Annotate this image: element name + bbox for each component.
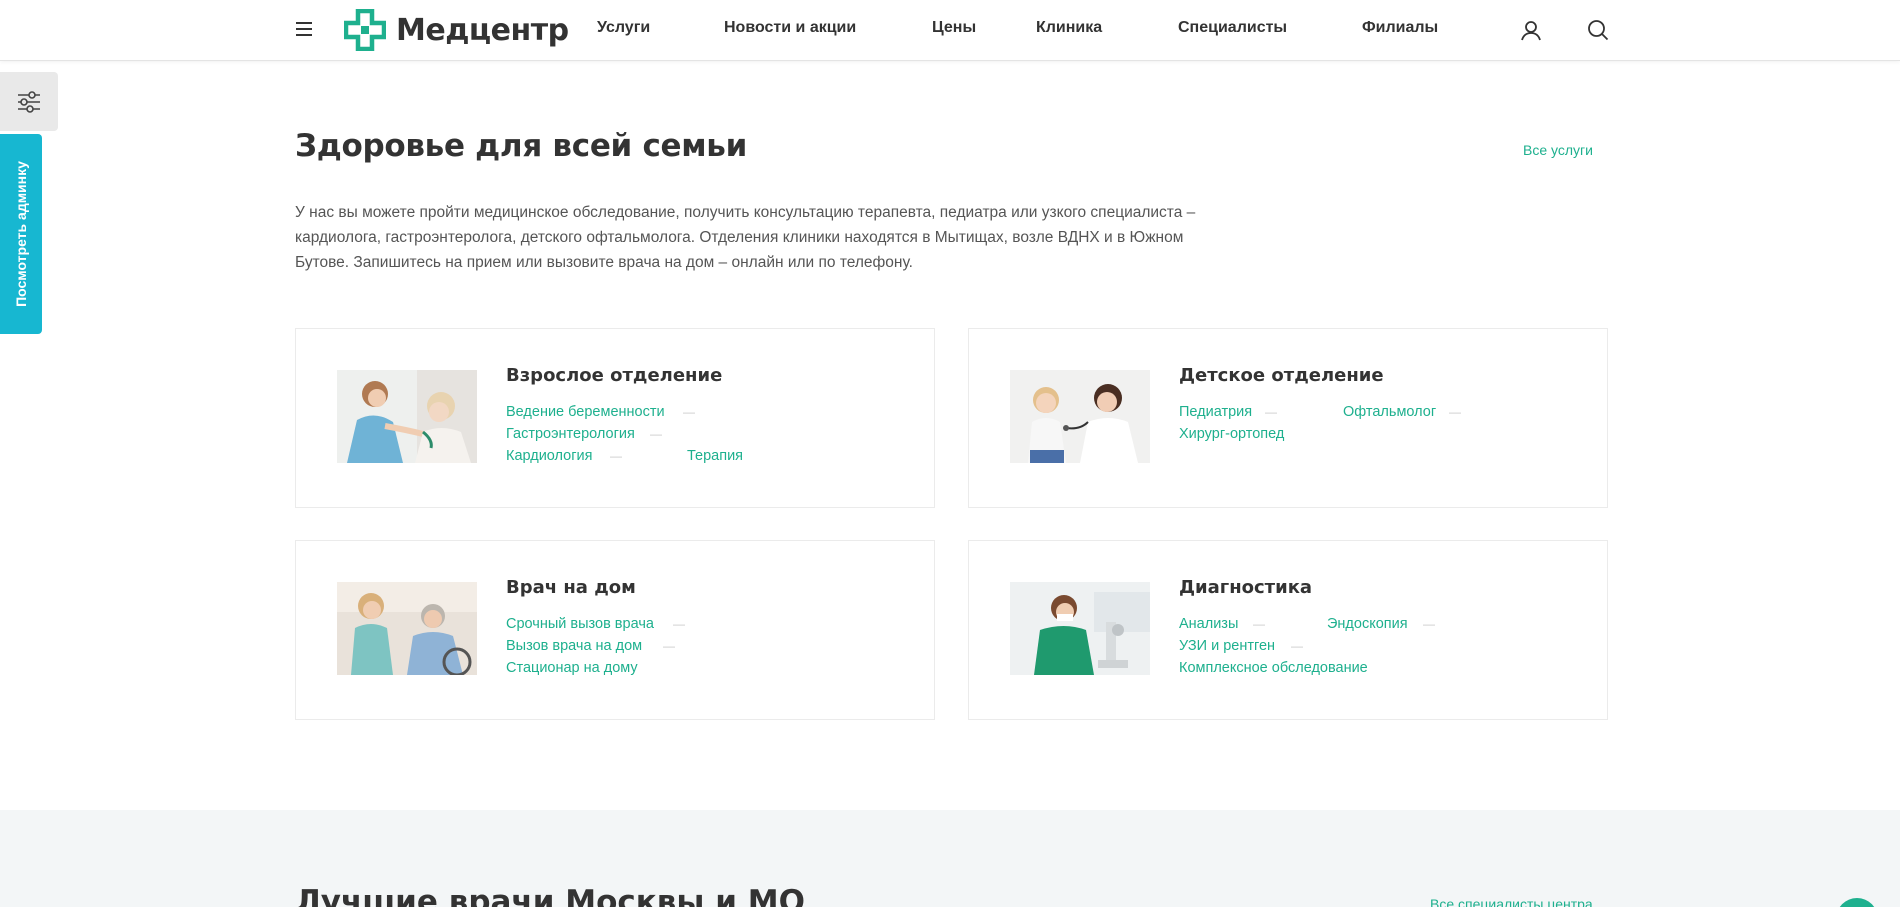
settings-panel-button[interactable]	[0, 72, 58, 131]
card-adult-department: Взрослое отделение Ведение беременности …	[295, 328, 935, 508]
intro-text: У нас вы можете пройти медицинское обсле…	[295, 200, 1255, 275]
card-link[interactable]: УЗИ и рентген	[1179, 638, 1275, 654]
cross-logo-icon	[344, 9, 386, 51]
card-link[interactable]: Офтальмолог	[1343, 404, 1436, 420]
link-separator: —	[683, 405, 695, 419]
card-link[interactable]: Срочный вызов врача	[506, 616, 654, 632]
link-separator: —	[663, 639, 675, 653]
intro-line: кардиолога, гастроэнтеролога, детского о…	[295, 229, 1184, 246]
nav-item-services[interactable]: Услуги	[597, 19, 650, 37]
nav-item-clinic[interactable]: Клиника	[1036, 19, 1102, 37]
intro-line: У нас вы можете пройти медицинское обсле…	[295, 204, 1196, 221]
nav-item-specialists[interactable]: Специалисты	[1178, 19, 1287, 37]
intro-line: Бутове. Запишитесь на прием или вызовите…	[295, 254, 913, 271]
view-admin-button[interactable]: Посмотреть админку	[0, 134, 42, 334]
brand-name: Медцентр	[396, 12, 569, 48]
best-doctors-section	[0, 810, 1900, 907]
card-children-department: Детское отделение Педиатрия — Офтальмоло…	[968, 328, 1608, 508]
card-link[interactable]: Анализы	[1179, 616, 1238, 632]
link-separator: —	[673, 617, 685, 631]
search-icon[interactable]	[1587, 19, 1609, 41]
children-department-image[interactable]	[1010, 370, 1150, 463]
link-separator: —	[1423, 617, 1435, 631]
site-logo[interactable]: Медцентр	[344, 9, 569, 51]
site-header: Медцентр Услуги Новости и акции Цены Кли…	[0, 0, 1900, 61]
nav-item-news[interactable]: Новости и акции	[724, 19, 856, 37]
all-specialists-link[interactable]: Все специалисты центра	[1430, 896, 1593, 907]
card-link[interactable]: Хирург-ортопед	[1179, 426, 1284, 442]
all-services-link[interactable]: Все услуги	[1523, 142, 1593, 158]
view-admin-label: Посмотреть админку	[13, 161, 29, 307]
card-link[interactable]: Вызов врача на дом	[506, 638, 642, 654]
link-separator: —	[1449, 405, 1461, 419]
link-separator: —	[1253, 617, 1265, 631]
menu-icon[interactable]	[296, 22, 312, 36]
card-link[interactable]: Стационар на дому	[506, 660, 638, 676]
children-department-title[interactable]: Детское отделение	[1179, 365, 1384, 386]
user-icon[interactable]	[1520, 19, 1542, 41]
sliders-icon	[18, 90, 40, 113]
card-link[interactable]: Эндоскопия	[1327, 616, 1408, 632]
best-doctors-title: Лучшие врачи Москвы и МО	[295, 884, 805, 907]
diagnostics-title[interactable]: Диагностика	[1179, 577, 1312, 598]
card-diagnostics: Диагностика Анализы — Эндоскопия — УЗИ и…	[968, 540, 1608, 720]
card-home-doctor: Врач на дом Срочный вызов врача — Вызов …	[295, 540, 935, 720]
home-doctor-image[interactable]	[337, 582, 477, 675]
card-link[interactable]: Терапия	[687, 448, 743, 464]
card-link[interactable]: Педиатрия	[1179, 404, 1252, 420]
link-separator: —	[650, 427, 662, 441]
card-link[interactable]: Ведение беременности	[506, 404, 665, 420]
nav-item-branches[interactable]: Филиалы	[1362, 19, 1438, 37]
card-link[interactable]: Кардиология	[506, 448, 592, 464]
nav-item-prices[interactable]: Цены	[932, 19, 976, 37]
card-link[interactable]: Гастроэнтерология	[506, 426, 635, 442]
home-doctor-title[interactable]: Врач на дом	[506, 577, 636, 598]
link-separator: —	[1265, 405, 1277, 419]
page-title: Здоровье для всей семьи	[295, 128, 748, 164]
link-separator: —	[610, 449, 622, 463]
card-link[interactable]: Комплексное обследование	[1179, 660, 1368, 676]
diagnostics-image[interactable]	[1010, 582, 1150, 675]
link-separator: —	[1291, 639, 1303, 653]
adult-department-title[interactable]: Взрослое отделение	[506, 365, 722, 386]
adult-department-image[interactable]	[337, 370, 477, 463]
